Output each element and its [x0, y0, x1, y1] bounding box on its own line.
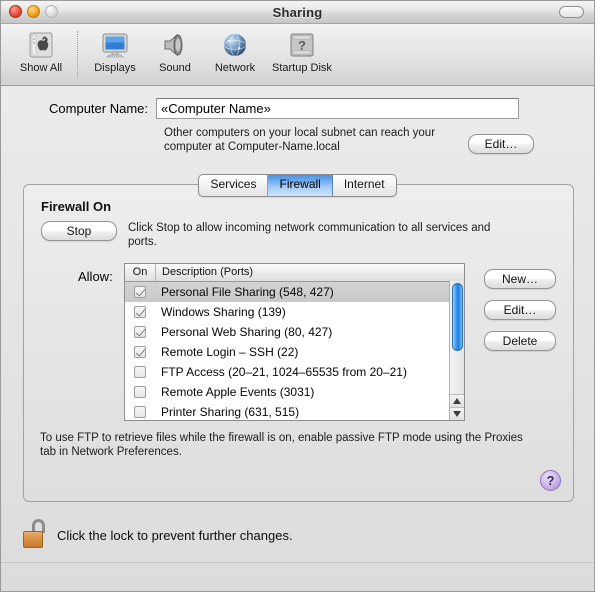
window-title: Sharing	[272, 4, 323, 20]
column-header-on: On	[125, 264, 156, 281]
table-row[interactable]: Windows Sharing (139)	[125, 302, 464, 322]
list-scrollbar[interactable]	[449, 281, 464, 420]
firewall-state-label: Firewall On	[41, 199, 112, 214]
tab-internet[interactable]: Internet	[333, 175, 396, 196]
edit-computer-name-button[interactable]: Edit…	[468, 134, 534, 154]
sharing-preferences-window: Sharing Show All Displays Sound Network …	[0, 0, 595, 592]
minimize-button[interactable]	[27, 5, 40, 18]
computer-name-label: Computer Name:	[49, 101, 148, 116]
displays-icon	[100, 29, 130, 61]
toolbar-toggle-button[interactable]	[559, 6, 584, 18]
subnet-info-block: Other computers on your local subnet can…	[164, 126, 564, 154]
service-checkbox[interactable]	[134, 326, 146, 338]
svg-text:?: ?	[298, 38, 306, 53]
list-action-buttons: New… Edit… Delete	[484, 269, 556, 351]
list-body: Personal File Sharing (548, 427) Windows…	[125, 282, 464, 420]
toolbar-item-label: Startup Disk	[272, 62, 332, 74]
table-row[interactable]: Printer Sharing (631, 515)	[125, 402, 464, 420]
table-row[interactable]: Remote Apple Events (3031)	[125, 382, 464, 402]
service-checkbox[interactable]	[134, 286, 146, 298]
service-checkbox-cell[interactable]	[125, 306, 155, 318]
tab-firewall[interactable]: Firewall	[268, 175, 333, 196]
delete-button[interactable]: Delete	[484, 331, 556, 351]
lock-row[interactable]: Click the lock to prevent further change…	[21, 518, 293, 552]
service-checkbox-cell[interactable]	[125, 346, 155, 358]
show-all-icon	[26, 29, 56, 61]
toolbar-item-sound[interactable]: Sound	[145, 29, 205, 74]
allow-list-label: Allow:	[78, 269, 113, 284]
bottom-divider	[1, 562, 594, 563]
computer-name-input[interactable]	[156, 98, 519, 119]
toolbar-item-label: Show All	[19, 62, 63, 74]
list-header: On Description (Ports)	[125, 264, 464, 282]
firewall-stop-button[interactable]: Stop	[41, 221, 117, 241]
window-titlebar: Sharing	[1, 1, 594, 24]
toolbar-item-startup-disk[interactable]: ? Startup Disk	[265, 29, 339, 74]
service-checkbox-cell[interactable]	[125, 286, 155, 298]
close-button[interactable]	[9, 5, 22, 18]
allow-services-list[interactable]: On Description (Ports) Personal File Sha…	[124, 263, 465, 421]
tab-services[interactable]: Services	[199, 175, 269, 196]
chevron-up-icon	[453, 398, 461, 404]
service-checkbox-cell[interactable]	[125, 386, 155, 398]
subnet-description: Other computers on your local subnet can…	[164, 127, 436, 153]
scrollbar-thumb[interactable]	[452, 283, 463, 351]
table-row[interactable]: Personal Web Sharing (80, 427)	[125, 322, 464, 342]
service-checkbox[interactable]	[134, 346, 146, 358]
network-icon	[220, 29, 250, 61]
service-checkbox-cell[interactable]	[125, 326, 155, 338]
scrollbar-arrows	[450, 394, 464, 420]
lock-instruction-text: Click the lock to prevent further change…	[57, 527, 293, 543]
scroll-down-button[interactable]	[450, 407, 464, 420]
service-description: Remote Login – SSH (22)	[161, 345, 299, 359]
service-checkbox[interactable]	[134, 386, 146, 398]
sound-icon	[160, 29, 190, 61]
column-header-description: Description (Ports)	[162, 266, 254, 278]
computer-name-row: Computer Name:	[1, 98, 594, 119]
service-description: Windows Sharing (139)	[161, 305, 286, 319]
unlocked-padlock-icon[interactable]	[21, 518, 51, 552]
service-description: FTP Access (20–21, 1024–65535 from 20–21…	[161, 365, 407, 379]
service-checkbox-cell[interactable]	[125, 366, 155, 378]
preferences-content: Computer Name: Other computers on your l…	[1, 86, 594, 591]
window-controls	[9, 5, 58, 18]
table-row[interactable]: Personal File Sharing (548, 427)	[125, 282, 464, 302]
new-button[interactable]: New…	[484, 269, 556, 289]
toolbar-item-label: Network	[214, 62, 256, 74]
scroll-up-button[interactable]	[450, 394, 464, 407]
service-checkbox-cell[interactable]	[125, 406, 155, 418]
chevron-down-icon	[453, 411, 461, 417]
service-checkbox[interactable]	[134, 406, 146, 418]
table-row[interactable]: Remote Login – SSH (22)	[125, 342, 464, 362]
edit-button[interactable]: Edit…	[484, 300, 556, 320]
help-button[interactable]: ?	[540, 470, 561, 491]
toolbar-item-label: Sound	[159, 62, 191, 74]
service-description: Remote Apple Events (3031)	[161, 385, 315, 399]
ftp-note: To use FTP to retrieve files while the f…	[40, 432, 523, 458]
firewall-panel: Firewall On Stop Click Stop to allow inc…	[23, 184, 574, 502]
service-checkbox[interactable]	[134, 366, 146, 378]
toolbar-item-label: Displays	[94, 62, 136, 74]
tab-bar: Services Firewall Internet	[1, 174, 594, 197]
preferences-toolbar: Show All Displays Sound Network ? Startu…	[1, 24, 594, 86]
service-description: Personal Web Sharing (80, 427)	[161, 325, 333, 339]
toolbar-item-show-all[interactable]: Show All	[11, 29, 71, 74]
service-description: Printer Sharing (631, 515)	[161, 405, 300, 419]
zoom-button	[45, 5, 58, 18]
service-description: Personal File Sharing (548, 427)	[161, 285, 334, 299]
table-row[interactable]: FTP Access (20–21, 1024–65535 from 20–21…	[125, 362, 464, 382]
padlock-body	[23, 531, 43, 548]
toolbar-item-displays[interactable]: Displays	[85, 29, 145, 74]
startup-disk-icon: ?	[287, 29, 317, 61]
firewall-toggle-row: Stop Click Stop to allow incoming networ…	[41, 221, 518, 249]
service-checkbox[interactable]	[134, 306, 146, 318]
toolbar-separator	[77, 31, 79, 77]
toolbar-item-network[interactable]: Network	[205, 29, 265, 74]
firewall-toggle-description: Click Stop to allow incoming network com…	[128, 222, 491, 248]
